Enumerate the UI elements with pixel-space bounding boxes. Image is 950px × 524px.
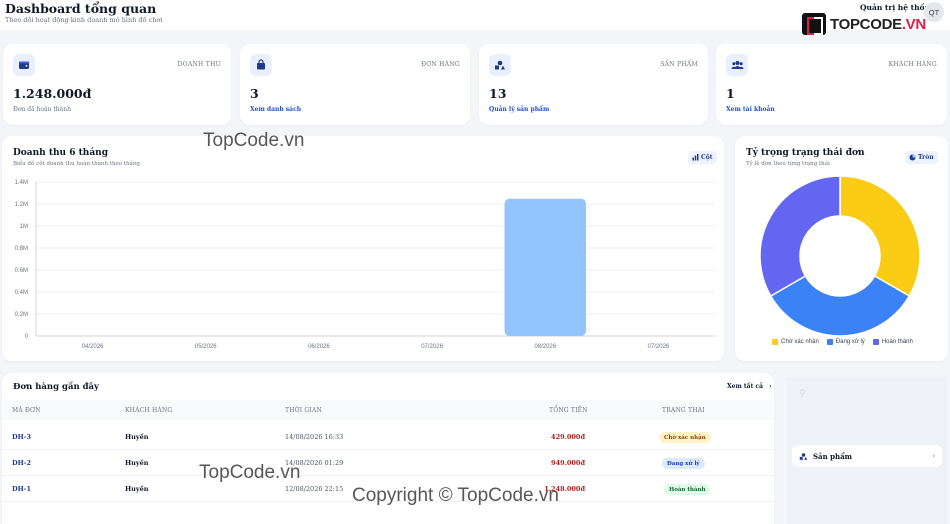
stat-card-products: SẢN PHẨM 13 Quản lý sản phẩm (479, 44, 708, 125)
x-tick-label: 06/2026 (308, 344, 330, 350)
stat-value: 1.248.000đ (13, 86, 92, 101)
status-donut-chart (759, 175, 921, 336)
order-time: 14/08/2026 16:33 (285, 433, 344, 441)
y-tick-label: 0.6M (15, 268, 28, 274)
stat-subtext: Đơn đã hoàn thành (13, 106, 71, 113)
order-total: 429.000đ (551, 433, 585, 441)
y-tick-label: 1.4M (15, 180, 28, 186)
y-tick-label: 0.8M (15, 246, 28, 252)
status-badge: Chờ xác nhận (659, 432, 711, 443)
customer-name: Huyền (125, 433, 149, 441)
view-orders-link[interactable]: Xem danh sách (250, 106, 301, 113)
y-tick-label: 1M (20, 224, 28, 230)
legend-item[interactable]: Chờ xác nhận (772, 339, 819, 345)
avatar[interactable]: QT (924, 2, 944, 22)
status-chart-card: Tỷ trọng trạng thái đơn Tỷ lệ đơn theo t… (735, 136, 948, 361)
x-tick-label: 04/2026 (82, 344, 104, 350)
stat-card-customers: KHÁCH HÀNG 1 Xem tài khoản (716, 44, 947, 125)
order-total: 949.000đ (551, 459, 585, 467)
side-item-products[interactable]: Sản phẩm › (792, 445, 942, 467)
stat-card-revenue: DOANH THU 1.248.000đ Đơn đã hoàn thành (3, 44, 231, 125)
status-badge: Hoàn thành (664, 484, 711, 495)
view-accounts-link[interactable]: Xem tài khoản (726, 106, 775, 113)
legend-label: Đang xử lý (835, 339, 865, 345)
y-tick-label: 0.2M (15, 312, 28, 318)
x-tick-label: 07/2026 (648, 344, 670, 350)
manage-products-link[interactable]: Quản lý sản phẩm (489, 106, 549, 113)
legend-swatch (826, 339, 833, 345)
stat-value: 3 (250, 86, 259, 101)
x-tick-label: 05/2026 (195, 344, 217, 350)
table-row[interactable]: DH-2 Huyền 14/08/2026 01:29 949.000đ Đan… (2, 450, 774, 476)
customer-name: Huyền (125, 485, 149, 493)
order-time: 12/08/2026 22:15 (285, 485, 344, 493)
column-header: KHÁCH HÀNG (125, 407, 173, 414)
shapes-icon (799, 452, 808, 460)
column-header: TRẠNG THÁI (662, 407, 705, 414)
wallet-icon (13, 54, 35, 76)
column-header: MÃ ĐƠN (12, 407, 41, 414)
stat-value: 13 (489, 86, 507, 101)
chevron-right-icon: › (932, 452, 935, 460)
x-tick-label: 08/2026 (534, 344, 556, 350)
stat-label: SẢN PHẨM (660, 61, 698, 68)
section-title: Đơn hàng gần đây (13, 382, 99, 392)
chevron-right-icon: › (769, 383, 772, 390)
y-tick-label: 1.2M (15, 202, 28, 208)
table-header: MÃ ĐƠN KHÁCH HÀNG THỜI GIAN TỔNG TIỀN TR… (2, 400, 774, 420)
logo-text: TOPCODE.VN (830, 15, 926, 33)
topcode-logo: TOPCODE.VN (802, 13, 926, 35)
legend-label: Chờ xác nhận (781, 339, 819, 345)
column-header: THỜI GIAN (285, 407, 322, 414)
stat-card-orders: ĐƠN HÀNG 3 Xem danh sách (240, 44, 470, 125)
order-code[interactable]: DH-3 (12, 433, 31, 441)
side-item-label: Sản phẩm (813, 451, 853, 461)
watermark-text: TopCode.vn (199, 462, 301, 483)
users-icon (726, 54, 748, 76)
page-subtitle: Theo dõi hoạt động kinh doanh mô hình đồ… (5, 16, 163, 24)
stat-label: DOANH THU (177, 61, 221, 68)
pie-slice[interactable] (759, 175, 841, 298)
faint-icon: ⚲ (799, 389, 806, 399)
status-badge: Đang xử lý (662, 458, 705, 469)
legend-label: Hoàn thành (881, 339, 913, 345)
stat-label: KHÁCH HÀNG (888, 61, 937, 68)
watermark-text: Copyright © TopCode.vn (352, 485, 559, 506)
y-tick-label: 0 (25, 334, 29, 340)
view-all-link[interactable]: Xem tất cả › (727, 383, 771, 390)
chart-legend: Chờ xác nhận Đang xử lý Hoàn thành (735, 339, 950, 345)
y-tick-label: 0.4M (15, 290, 28, 296)
legend-item[interactable]: Hoàn thành (872, 339, 913, 345)
column-header: TỔNG TIỀN (549, 407, 588, 414)
customer-name: Huyền (125, 459, 149, 467)
pie-slice[interactable] (769, 274, 911, 336)
quick-links-panel: ⚲ Sản phẩm › (787, 377, 947, 524)
legend-swatch (872, 339, 879, 345)
topcode-logo-icon (802, 13, 826, 35)
bag-icon (250, 54, 272, 76)
watermark-text: TopCode.vn (203, 130, 305, 151)
legend-swatch (772, 339, 779, 345)
pie-slice[interactable] (839, 175, 921, 298)
revenue-bar-chart: 0 0.2M 0.4M 0.6M 0.8M 1M 1.2M 1.4M 04/2026 05/202… (15, 180, 715, 350)
stat-value: 1 (726, 86, 735, 101)
bar[interactable] (504, 198, 586, 336)
table-row[interactable]: DH-3 Huyền 14/08/2026 16:33 429.000đ Chờ… (2, 424, 774, 450)
page-title: Dashboard tổng quan (5, 1, 157, 16)
legend-item[interactable]: Đang xử lý (826, 339, 865, 345)
order-code[interactable]: DH-2 (12, 459, 31, 467)
x-tick-label: 07/2026 (421, 344, 443, 350)
order-code[interactable]: DH-1 (12, 485, 31, 493)
revenue-chart-card: Doanh thu 6 tháng Biểu đồ cột doanh thu … (2, 136, 724, 361)
stat-label: ĐƠN HÀNG (421, 61, 460, 68)
shapes-icon (489, 54, 511, 76)
